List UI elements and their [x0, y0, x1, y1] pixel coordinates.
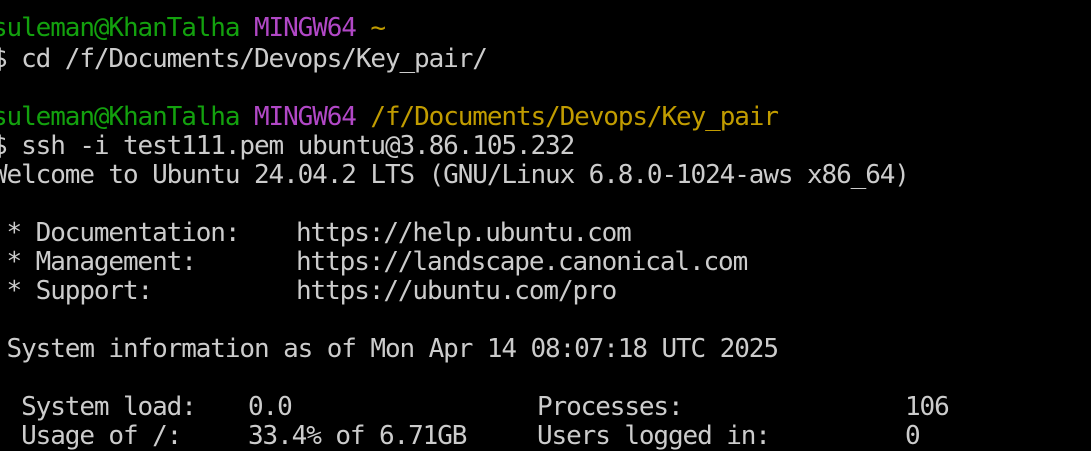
stat-row-1: System load: 0.0 Processes: 106: [0, 392, 950, 422]
link-support: * Support: https://ubuntu.com/pro: [0, 276, 618, 306]
command-line-2: $ ssh -i test111.pem ubuntu@3.86.105.232: [0, 131, 575, 161]
sysinfo-header: System information as of Mon Apr 14 08:0…: [0, 334, 779, 364]
welcome-message: Welcome to Ubuntu 24.04.2 LTS (GNU/Linux…: [0, 160, 910, 190]
stat-value-2: 0: [905, 421, 921, 451]
stat-value: 0.0: [248, 392, 293, 422]
prompt-user-host: suleman@KhanTalha: [0, 102, 241, 132]
stat-row-2: Usage of /: 33.4% of 6.71GB Users logged i…: [0, 421, 921, 451]
stat-value-2: 106: [905, 392, 950, 422]
prompt-shell: MINGW64: [253, 13, 357, 43]
command-line-1: $ cd /f/Documents/Devops/Key_pair/: [0, 44, 488, 74]
prompt-line-1: suleman@KhanTalha MINGW64 ~: [0, 13, 386, 43]
prompt-path: ~: [370, 13, 386, 43]
prompt-line-2: suleman@KhanTalha MINGW64 /f/Documents/D…: [0, 102, 779, 132]
link-url: https://landscape.canonical.com: [296, 247, 748, 277]
stat-label: System load:: [0, 392, 197, 422]
stat-label-2: Users logged in:: [537, 421, 771, 451]
link-documentation: * Documentation: https://help.ubuntu.com: [0, 218, 632, 248]
terminal-window[interactable]: suleman@KhanTalha MINGW64 ~ $ cd /f/Docu…: [0, 0, 1091, 451]
link-url: https://help.ubuntu.com: [296, 218, 632, 248]
stat-label: Usage of /:: [0, 421, 182, 451]
link-label: * Documentation:: [0, 218, 241, 248]
stat-value: 33.4% of 6.71GB: [248, 421, 467, 451]
link-label: * Support:: [0, 276, 154, 306]
stat-label-2: Processes:: [537, 392, 684, 422]
link-label: * Management:: [0, 247, 197, 277]
link-management: * Management: https://landscape.canonical…: [0, 247, 749, 277]
link-url: https://ubuntu.com/pro: [296, 276, 617, 306]
prompt-user-host: suleman@KhanTalha: [0, 13, 241, 43]
prompt-path: /f/Documents/Devops/Key_pair: [370, 102, 779, 132]
prompt-shell: MINGW64: [253, 102, 357, 132]
